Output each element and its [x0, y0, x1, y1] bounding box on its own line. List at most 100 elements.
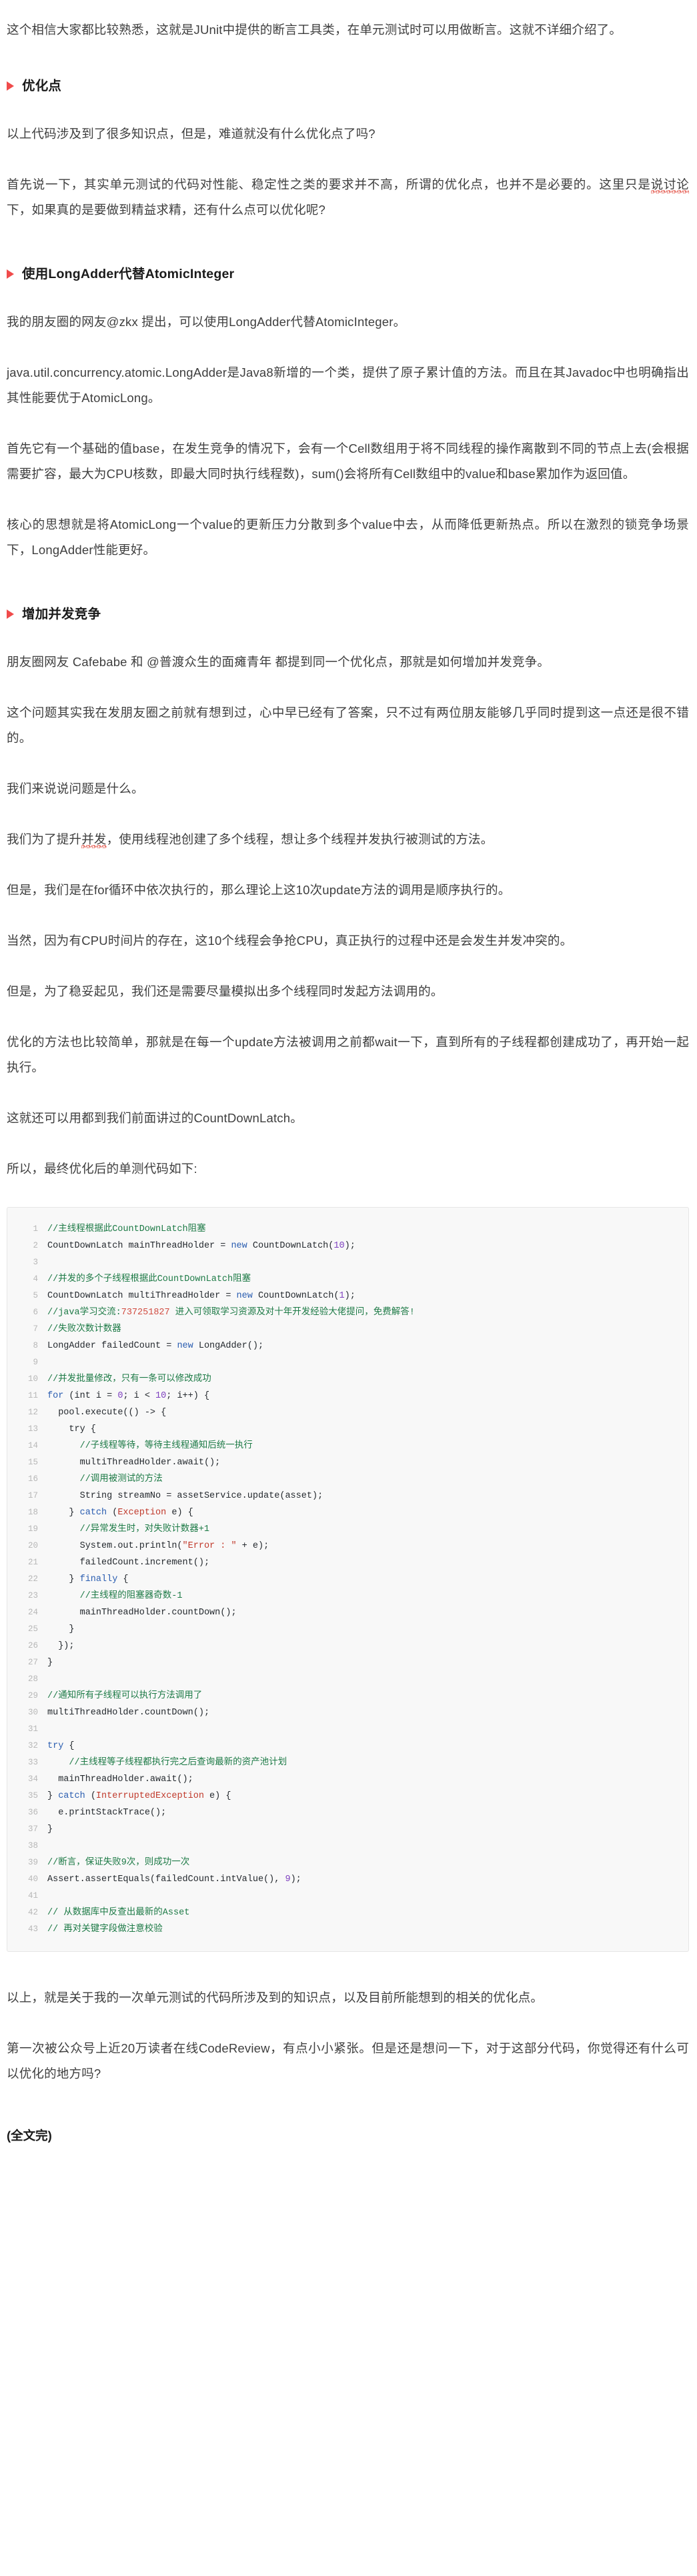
code-token: 10 [155, 1391, 167, 1401]
code-line-text: for (int i = 0; i < 10; i++) { [47, 1388, 688, 1404]
code-line-number: 10 [27, 1374, 38, 1384]
code-token: LongAdder(); [193, 1341, 264, 1351]
code-token: //子线程等待，等待主线程通知后统一执行 [47, 1441, 253, 1451]
code-block[interactable]: 1 //主线程根据此CountDownLatch阻塞 2 CountDownLatch… [7, 1207, 689, 1952]
code-token: CountDownLatch multiThreadHolder = [47, 1291, 237, 1301]
code-line-number: 12 [27, 1408, 38, 1417]
code-token: multiThreadHolder.await(); [47, 1458, 221, 1468]
code-line: 12 pool.execute(() -> { [7, 1404, 688, 1421]
code-line: 30 multiThreadHolder.countDown(); [7, 1704, 688, 1721]
code-line: 23 //主线程的阻塞器奇数-1 [7, 1588, 688, 1604]
code-line: 2 CountDownLatch mainThreadHolder = new C… [7, 1238, 688, 1254]
paragraph-concurrency-6: 当然，因为有CPU时间片的存在，这10个线程会争抢CPU，真正执行的过程中还是会… [7, 934, 573, 948]
code-token: } [47, 1658, 53, 1668]
code-line-number: 36 [27, 1808, 38, 1817]
code-token: 进入可领取学习资源及对十年开发经验大佬提问，免费解答! [169, 1308, 415, 1318]
code-line-text: try { [47, 1738, 688, 1754]
code-line: 4 //并发的多个子线程根据此CountDownLatch阻塞 [7, 1271, 688, 1288]
code-line-text: // 再对关键字段做注意校验 [47, 1922, 688, 1938]
spacer-top [7, 0, 689, 17]
code-line: 31 [7, 1721, 688, 1738]
code-token: mainThreadHolder.countDown(); [47, 1608, 237, 1618]
code-line-text: e.printStackTrace(); [47, 1805, 688, 1821]
code-line: 26 }); [7, 1638, 688, 1654]
code-line-number: 22 [27, 1574, 38, 1584]
code-line-text: failedCount.increment(); [47, 1555, 688, 1571]
code-token: } [47, 1824, 53, 1834]
code-token: ); [344, 1291, 356, 1301]
code-line-number: 43 [27, 1924, 38, 1934]
code-line-text: //并发的多个子线程根据此CountDownLatch阻塞 [47, 1272, 688, 1288]
code-line: 28 [7, 1671, 688, 1688]
code-line-number: 26 [27, 1641, 38, 1650]
code-token: new [177, 1341, 193, 1351]
paragraph-concurrency-1: 朋友圈网友 Cafebabe 和 @普渡众生的面瘫青年 都提到同一个优化点，那就… [7, 655, 550, 669]
code-line-text: } finally { [47, 1572, 688, 1588]
paragraph-longadder-3: 首先它有一个基础的值base，在发生竞争的情况下，会有一个Cell数组用于将不同… [7, 441, 689, 481]
section-heading-longadder-label: 使用LongAdder代替AtomicInteger [22, 267, 235, 281]
paragraph-longadder-2: java.util.concurrency.atomic.LongAdder是J… [7, 365, 689, 405]
code-token: ); [290, 1874, 301, 1884]
triangle-right-icon [7, 609, 14, 619]
code-token: + e); [236, 1541, 269, 1551]
code-line-text: //并发批量修改，只有一条可以修改成功 [47, 1372, 688, 1388]
code-line-text: mainThreadHolder.countDown(); [47, 1605, 688, 1621]
code-token: CountDownLatch mainThreadHolder = [47, 1241, 231, 1251]
code-token: //主线程的阻塞器奇数-1 [47, 1591, 183, 1601]
code-line: 11 for (int i = 0; i < 10; i++) { [7, 1388, 688, 1404]
code-token: //主线程等子线程都执行完之后查询最新的资产池计划 [47, 1758, 287, 1768]
code-token: 1 [339, 1291, 345, 1301]
code-line: 21 failedCount.increment(); [7, 1554, 688, 1571]
code-token: Exception [117, 1508, 167, 1518]
code-line-text: try { [47, 1422, 688, 1438]
code-token: mainThreadHolder.await(); [47, 1774, 193, 1784]
code-token: { [63, 1741, 75, 1751]
triangle-right-icon [7, 269, 14, 279]
code-token: new [236, 1291, 253, 1301]
code-line: 29 //通知所有子线程可以执行方法调用了 [7, 1688, 688, 1704]
code-line-number: 2 [33, 1241, 38, 1250]
code-token: //调用被测试的方法 [47, 1474, 163, 1484]
code-token: 9 [285, 1874, 291, 1884]
code-line-number: 11 [27, 1391, 38, 1400]
code-line-number: 32 [27, 1741, 38, 1750]
code-line-text: multiThreadHolder.await(); [47, 1455, 688, 1471]
code-line: 43 // 再对关键字段做注意校验 [7, 1921, 688, 1938]
code-line: 17 String streamNo = assetService.update… [7, 1488, 688, 1504]
code-line-number: 25 [27, 1624, 38, 1634]
paragraph-optimize-1: 以上代码涉及到了很多知识点，但是，难道就没有什么优化点了吗? [7, 127, 376, 141]
code-token: //异常发生时，对失败计数器+1 [47, 1524, 210, 1534]
code-token: CountDownLatch( [247, 1241, 334, 1251]
code-token: pool.execute(() -> { [47, 1408, 167, 1418]
code-token: // 再对关键字段做注意校验 [47, 1924, 163, 1935]
text-run: 首先说一下，其实单元测试的代码对性能、稳定性之类的要求并不高，所谓的优化点，也并… [7, 177, 651, 191]
code-line: 37} [7, 1821, 688, 1838]
code-line: 38 [7, 1838, 688, 1854]
code-line-number: 15 [27, 1458, 38, 1467]
code-line: 22 } finally { [7, 1571, 688, 1588]
code-line-text: } catch (InterruptedException e) { [47, 1788, 688, 1804]
code-line: 33 //主线程等子线程都执行完之后查询最新的资产池计划 [7, 1754, 688, 1771]
code-line-number: 34 [27, 1774, 38, 1784]
code-token: "Error : " [182, 1541, 237, 1551]
code-line-number: 1 [33, 1224, 38, 1234]
code-token: //java学习交流: [47, 1308, 121, 1318]
code-line-number: 7 [33, 1324, 38, 1334]
code-line-number: 41 [27, 1891, 38, 1900]
